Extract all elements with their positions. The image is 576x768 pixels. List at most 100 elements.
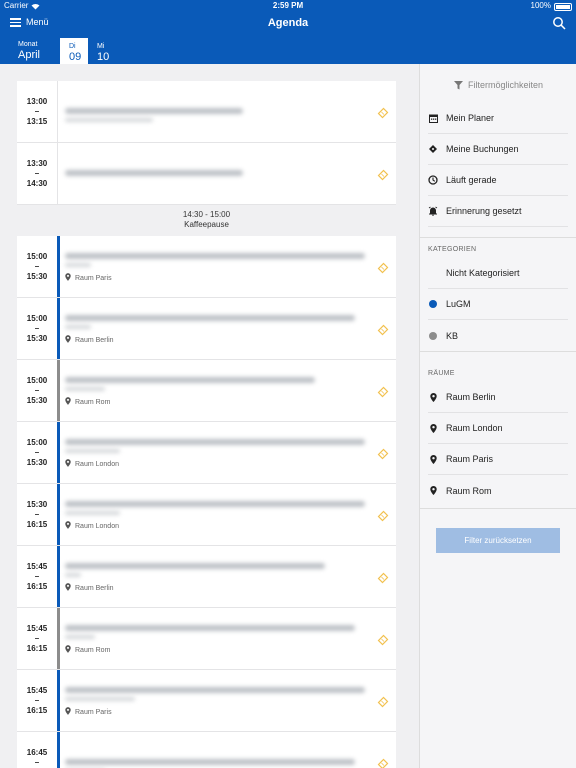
session-title-redacted: [65, 377, 315, 383]
agenda-session-row[interactable]: 16:45–17:15: [17, 732, 396, 768]
session-start: 15:45: [26, 623, 48, 633]
session-title-redacted: [65, 315, 355, 321]
session-dash: –: [34, 695, 40, 705]
category-label: Nicht Kategorisiert: [446, 268, 520, 278]
room-rom[interactable]: Raum Rom: [428, 475, 568, 506]
ticket-icon[interactable]: [377, 168, 389, 181]
session-dash: –: [34, 385, 40, 395]
category-color-bar: [57, 608, 60, 669]
ticket-icon[interactable]: [377, 633, 389, 646]
category-kb[interactable]: KB: [428, 320, 568, 351]
ticket-icon[interactable]: [377, 106, 389, 119]
session-room: Raum Paris: [75, 708, 112, 716]
session-end: 16:15: [26, 519, 48, 529]
ticket-icon[interactable]: [377, 447, 389, 460]
location-pin-icon: [65, 645, 71, 655]
location-pin-icon: [65, 583, 71, 593]
session-title-redacted: [65, 501, 365, 507]
session-title-redacted: [65, 759, 355, 765]
category-color-dot: [429, 331, 437, 340]
app-header: Carrier 2:59 PM 100% Menü Agenda Monat A…: [0, 0, 576, 64]
session-end: 16:15: [26, 705, 48, 715]
day-tab-weekday: Di: [69, 43, 76, 50]
session-start: 15:00: [26, 313, 48, 323]
search-icon[interactable]: [552, 16, 566, 30]
filter-label: Filtermöglichkeiten: [467, 80, 544, 90]
session-start: 15:00: [26, 375, 48, 385]
location-pin-icon: [65, 459, 71, 469]
agenda-session-row[interactable]: 15:00–15:30 Raum Berlin: [17, 298, 396, 360]
session-speaker-redacted: [65, 263, 91, 267]
location-pin-icon: [428, 454, 438, 464]
session-dash: –: [34, 571, 40, 581]
session-start: 15:30: [26, 499, 48, 509]
ticket-icon[interactable]: [377, 509, 389, 522]
agenda-session-row[interactable]: 15:45–16:15 Raum Paris: [17, 670, 396, 732]
day-tab-10[interactable]: Mi 10: [88, 38, 116, 64]
day-tab-day: 10: [97, 51, 110, 63]
session-dash: –: [34, 509, 40, 519]
session-title-redacted: [65, 253, 365, 259]
session-end: 15:30: [26, 333, 48, 343]
month-selector[interactable]: Monat April: [18, 40, 40, 62]
category-lugm[interactable]: LuGM: [428, 289, 568, 320]
session-end: 15:30: [26, 271, 48, 281]
session-dash: –: [34, 447, 40, 457]
room-berlin[interactable]: Raum Berlin: [428, 382, 568, 413]
session-location: Raum Berlin: [65, 335, 114, 345]
clock-icon: [428, 175, 438, 185]
session-room: Raum Berlin: [75, 336, 114, 344]
agenda-session-row[interactable]: 15:00–15:30 Raum Paris: [17, 236, 396, 298]
break-time: 14:30 - 15:00: [182, 210, 231, 219]
agenda-list[interactable]: 13:00–13:15 13:30–14:30 14:30 - 15:00 Kaffe…: [0, 64, 419, 768]
session-speaker-redacted: [65, 573, 81, 577]
session-time: 15:45–16:15: [17, 670, 57, 731]
ticket-icon[interactable]: [377, 261, 389, 274]
location-pin-icon: [428, 486, 438, 496]
filter-running-now[interactable]: Läuft gerade: [428, 165, 568, 196]
agenda-session-row[interactable]: 13:30–14:30: [17, 143, 396, 205]
agenda-session-row[interactable]: 15:30–16:15 Raum London: [17, 484, 396, 546]
agenda-session-row[interactable]: 15:00–15:30 Raum Rom: [17, 360, 396, 422]
agenda-session-row[interactable]: 15:00–15:30 Raum London: [17, 422, 396, 484]
agenda-session-row[interactable]: 13:00–13:15: [17, 81, 396, 143]
ticket-icon[interactable]: [377, 323, 389, 336]
filter-reminder-set[interactable]: Erinnerung gesetzt: [428, 196, 568, 227]
session-dash: –: [34, 757, 40, 767]
reset-filter-button[interactable]: Filter zurücksetzen: [436, 528, 560, 553]
location-pin-icon: [428, 423, 438, 433]
divider: [420, 351, 576, 352]
category-label: LuGM: [446, 299, 471, 309]
day-tab-09[interactable]: Di 09: [60, 38, 88, 64]
status-bar: Carrier 2:59 PM 100%: [0, 0, 576, 12]
filter-my-planner[interactable]: Mein Planer: [428, 103, 568, 134]
room-label: Raum London: [446, 423, 503, 433]
room-label: Raum Rom: [446, 485, 492, 496]
room-paris[interactable]: Raum Paris: [428, 444, 568, 475]
location-pin-icon: [428, 392, 438, 402]
filter-my-bookings[interactable]: Meine Buchungen: [428, 134, 568, 165]
category-color-bar: [57, 360, 60, 421]
ticket-icon[interactable]: [377, 757, 389, 768]
day-tab-weekday: Mi: [97, 43, 105, 50]
session-speaker-redacted: [65, 325, 91, 329]
alarm-icon: [428, 206, 438, 216]
category-uncategorized[interactable]: Nicht Kategorisiert: [428, 258, 568, 289]
session-title-redacted: [65, 625, 355, 631]
session-card-group: 13:00–13:15 13:30–14:30: [17, 81, 396, 205]
ticket-icon[interactable]: [377, 385, 389, 398]
session-time: 13:00–13:15: [17, 81, 57, 142]
day-tab-day: 09: [69, 51, 82, 63]
session-room: Raum Rom: [75, 398, 111, 406]
location-pin-icon: [65, 335, 71, 345]
ticket-icon[interactable]: [377, 571, 389, 584]
agenda-session-row[interactable]: 15:45–16:15 Raum Berlin: [17, 546, 396, 608]
filter-sidebar: Filtermöglichkeiten Mein Planer Meine Bu…: [419, 64, 576, 768]
agenda-session-row[interactable]: 15:45–16:15 Raum Rom: [17, 608, 396, 670]
location-pin-icon: [65, 707, 71, 717]
session-time: 15:00–15:30: [17, 298, 57, 359]
room-london[interactable]: Raum London: [428, 413, 568, 444]
session-speaker-redacted: [65, 635, 95, 639]
filter-item-label: Läuft gerade: [446, 175, 497, 185]
ticket-icon[interactable]: [377, 695, 389, 708]
